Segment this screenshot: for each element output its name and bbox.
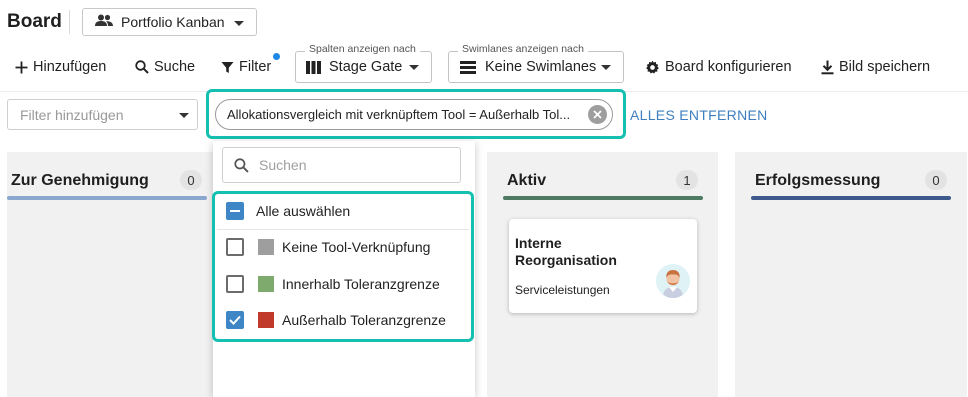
swimlanes-select[interactable]: Swimlanes anzeigen nach Keine Swimlanes	[448, 43, 624, 83]
option-label: Keine Tool-Verknüpfung	[282, 239, 431, 255]
color-swatch	[258, 312, 274, 328]
remove-all-filters-button[interactable]: ALLES ENTFERNEN	[630, 107, 768, 123]
download-icon	[821, 60, 834, 74]
columns-select[interactable]: Spalten anzeigen nach Stage Gate	[295, 43, 432, 83]
filter-active-indicator	[273, 53, 280, 60]
option-checkbox[interactable]	[226, 275, 244, 293]
filter-option[interactable]: Außerhalb Toleranzgrenze	[217, 302, 469, 338]
card-subtitle: Serviceleistungen	[515, 283, 610, 297]
option-checkbox[interactable]	[226, 311, 244, 329]
people-icon	[95, 14, 113, 30]
active-filter-chip-label: Allokationsvergleich mit verknüpftem Too…	[227, 107, 571, 122]
option-checkbox[interactable]	[226, 238, 244, 256]
column-color-bar	[503, 196, 703, 200]
filter-option[interactable]: Innerhalb Toleranzgrenze	[217, 266, 469, 302]
filter-button-label: Filter	[239, 59, 272, 75]
filter-option[interactable]: Keine Tool-Verknüpfung	[217, 229, 469, 265]
card-title: Interne Reorganisation	[515, 235, 617, 268]
close-icon[interactable]	[588, 105, 607, 124]
board-select-value: Portfolio Kanban	[121, 14, 225, 30]
search-button[interactable]: Suche	[135, 56, 195, 78]
add-button[interactable]: Hinzufügen	[15, 56, 106, 78]
color-swatch	[258, 276, 274, 292]
column-count-badge: 0	[180, 170, 202, 190]
check-icon	[229, 315, 241, 325]
column-color-bar	[7, 196, 207, 200]
chevron-down-icon	[179, 113, 189, 118]
add-button-label: Hinzufügen	[33, 59, 107, 75]
filter-icon	[221, 61, 234, 73]
add-filter-select[interactable]: Filter hinzufügen	[7, 99, 198, 130]
chevron-down-icon	[234, 21, 244, 26]
configure-board-button[interactable]: Board konfigurieren	[645, 56, 792, 78]
columns-icon	[306, 60, 321, 74]
column-title: Zur Genehmigung	[11, 172, 149, 189]
option-label: Innerhalb Toleranzgrenze	[282, 276, 440, 292]
color-swatch	[258, 239, 274, 255]
select-all-checkbox[interactable]	[226, 202, 244, 220]
page-title: Board	[7, 11, 62, 32]
column-title: Erfolgsmessung	[755, 172, 881, 189]
swimlanes-select-value: Keine Swimlanes	[485, 59, 597, 75]
columns-select-label: Spalten anzeigen nach	[305, 43, 420, 55]
search-button-label: Suche	[154, 59, 196, 75]
select-all-label: Alle auswählen	[256, 203, 351, 219]
filter-button[interactable]: Filter	[221, 56, 271, 78]
column-count-badge: 1	[676, 170, 698, 190]
gear-icon	[646, 60, 659, 73]
active-filter-chip[interactable]: Allokationsvergleich mit verknüpftem Too…	[215, 99, 613, 130]
column-color-bar	[751, 196, 951, 200]
plus-icon	[15, 61, 28, 73]
avatar[interactable]	[656, 264, 690, 298]
columns-select-value: Stage Gate	[329, 59, 403, 75]
select-all-option[interactable]: Alle auswählen	[217, 193, 469, 229]
chevron-down-icon	[409, 65, 419, 70]
column-count-badge: 0	[925, 170, 947, 190]
save-image-button[interactable]: Bild speichern	[821, 56, 930, 78]
dropdown-search-placeholder: Suchen	[259, 157, 307, 173]
header-divider	[69, 10, 70, 34]
swimlanes-select-label: Swimlanes anzeigen nach	[458, 43, 588, 55]
list-icon	[460, 60, 476, 74]
column-title: Aktiv	[507, 172, 547, 189]
option-label: Außerhalb Toleranzgrenze	[282, 312, 446, 328]
chevron-down-icon	[601, 65, 611, 70]
search-icon	[135, 60, 149, 74]
save-image-label: Bild speichern	[839, 59, 931, 75]
kanban-card[interactable]: Interne Reorganisation Serviceleistungen	[509, 219, 697, 313]
dropdown-search-input[interactable]: Suchen	[222, 147, 461, 183]
configure-board-label: Board konfigurieren	[665, 59, 792, 75]
board-select[interactable]: Portfolio Kanban	[82, 8, 257, 36]
add-filter-placeholder: Filter hinzufügen	[20, 106, 124, 123]
header: Board Portfolio Kanban	[0, 0, 968, 44]
search-icon	[234, 157, 249, 173]
